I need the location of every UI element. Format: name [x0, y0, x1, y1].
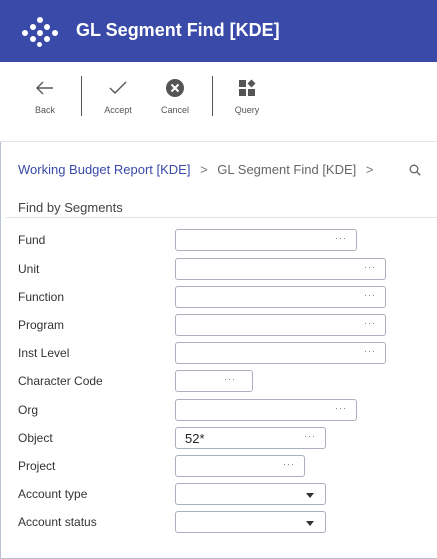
- lookup-icon[interactable]: ···: [335, 403, 347, 413]
- org-field[interactable]: ···: [175, 399, 357, 421]
- object-value: 52*: [185, 431, 205, 446]
- toolbar-separator: [81, 76, 82, 116]
- inst-level-field[interactable]: ···: [175, 342, 386, 364]
- program-field[interactable]: ···: [175, 314, 386, 336]
- arrow-left-icon: [17, 76, 73, 100]
- breadcrumb-item-gl-segment-find: GL Segment Find [KDE]: [217, 162, 357, 177]
- lookup-icon[interactable]: ···: [304, 431, 316, 441]
- breadcrumb-separator: >: [200, 162, 208, 177]
- back-label: Back: [34, 105, 55, 115]
- toolbar-separator: [212, 76, 213, 116]
- window-title: GL Segment Find [KDE]: [76, 20, 280, 40]
- lookup-icon[interactable]: ···: [364, 346, 376, 356]
- breadcrumb-separator: >: [365, 162, 374, 177]
- lookup-icon[interactable]: ···: [364, 318, 376, 328]
- lookup-icon[interactable]: ···: [364, 290, 376, 300]
- program-label: Program: [18, 318, 65, 332]
- cancel-button[interactable]: Cancel: [147, 76, 203, 126]
- chevron-down-icon[interactable]: [306, 493, 314, 498]
- project-field[interactable]: ···: [175, 455, 305, 477]
- unit-label: Unit: [18, 262, 40, 276]
- account-type-select[interactable]: [175, 483, 326, 505]
- section-title: Find by Segments: [18, 200, 123, 215]
- object-field[interactable]: 52* ···: [175, 427, 326, 449]
- unit-field[interactable]: ···: [175, 258, 386, 280]
- lookup-icon[interactable]: ···: [335, 233, 347, 243]
- search-icon[interactable]: [409, 163, 421, 181]
- accept-label: Accept: [104, 105, 132, 115]
- account-type-label: Account type: [18, 487, 88, 501]
- account-status-select[interactable]: [175, 511, 326, 533]
- toolbar: Back Accept Cancel Query: [0, 62, 437, 142]
- query-button[interactable]: Query: [219, 76, 275, 126]
- chevron-down-icon[interactable]: [306, 521, 314, 526]
- accept-button[interactable]: Accept: [90, 76, 146, 126]
- lookup-icon[interactable]: ···: [364, 262, 376, 272]
- account-status-label: Account status: [18, 515, 97, 529]
- fund-field[interactable]: ···: [175, 229, 357, 251]
- x-circle-icon: [147, 76, 203, 100]
- breadcrumb-item-working-budget-report[interactable]: Working Budget Report [KDE]: [18, 162, 190, 177]
- object-label: Object: [18, 431, 53, 445]
- query-label: Query: [234, 105, 260, 115]
- function-label: Function: [18, 290, 65, 304]
- project-label: Project: [18, 459, 56, 473]
- back-button[interactable]: Back: [17, 76, 73, 126]
- inst-level-label: Inst Level: [18, 346, 70, 360]
- character-code-field[interactable]: ···: [175, 370, 253, 392]
- function-field[interactable]: ···: [175, 286, 386, 308]
- fund-label: Fund: [18, 233, 46, 247]
- title-bar: GL Segment Find [KDE]: [0, 0, 437, 62]
- section-divider: [6, 217, 437, 218]
- breadcrumb: Working Budget Report [KDE] > GL Segment…: [18, 162, 380, 177]
- checkmark-icon: [90, 76, 146, 100]
- character-code-label: Character Code: [18, 374, 103, 388]
- lookup-icon[interactable]: ···: [224, 374, 236, 384]
- dots-logo-icon: [22, 17, 58, 47]
- query-grid-icon: [219, 76, 275, 100]
- lookup-icon[interactable]: ···: [283, 459, 295, 469]
- org-label: Org: [18, 403, 39, 417]
- cancel-label: Cancel: [160, 105, 189, 115]
